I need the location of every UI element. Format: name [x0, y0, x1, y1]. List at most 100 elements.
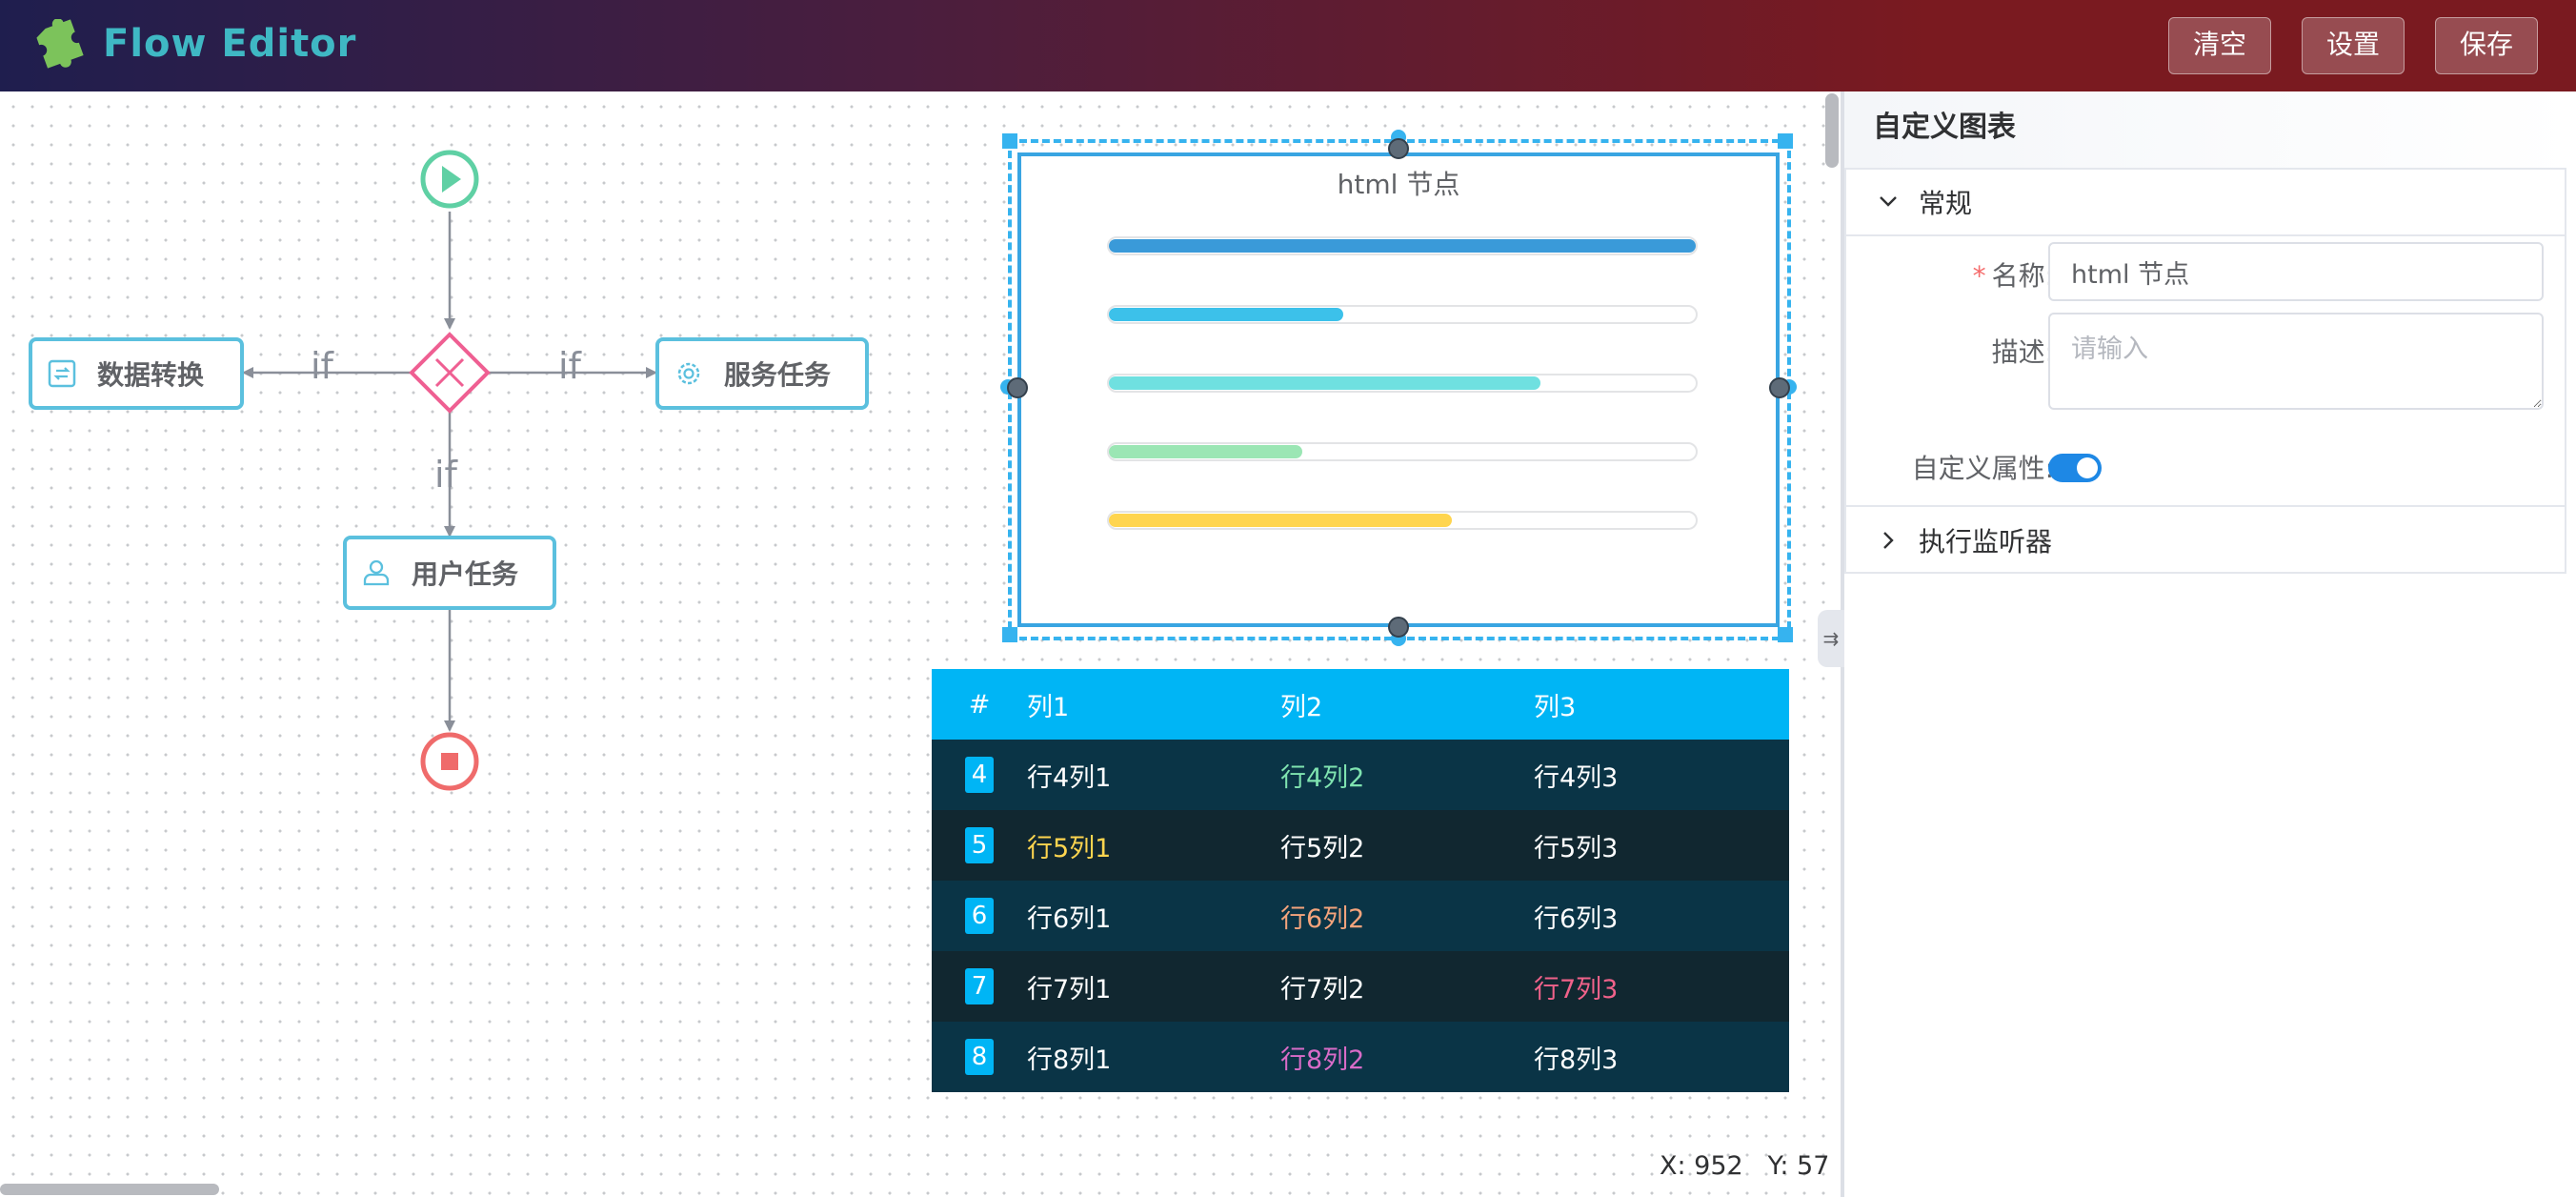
table-body: 4 行4列1 行4列2 行4列3 5 行5列1 行5列2 行5列3 6 行6列1 行6列2 行6列3 7… [932, 740, 1789, 1092]
row-index-cell: 6 [932, 898, 1027, 934]
table-cell: 行4列1 [1027, 762, 1112, 793]
panel-collapse-icon[interactable]: ⇉ [1818, 610, 1844, 667]
app-title: Flow Editor [103, 22, 357, 66]
coord-y: Y: 57 [1767, 1151, 1830, 1181]
table-cell: 行5列1 [1027, 833, 1112, 863]
desc-textarea[interactable] [2048, 313, 2544, 410]
task-service[interactable]: 服务任务 [655, 337, 869, 410]
table-cell: 行7列3 [1534, 974, 1619, 1004]
table-row[interactable]: 8 行8列1 行8列2 行8列3 [932, 1022, 1789, 1092]
custom-attr-label: 自定义属性: [1911, 453, 2054, 484]
anchor-bottom[interactable] [1388, 617, 1409, 638]
row-index-cell: 5 [932, 827, 1027, 863]
panel-title: 自定义图表 [1844, 91, 2576, 168]
row-index-cell: 7 [932, 968, 1027, 1004]
resize-handle-bl[interactable] [1002, 627, 1017, 642]
puzzle-icon [36, 19, 84, 69]
stop-icon [441, 753, 458, 770]
table-row[interactable]: 6 行6列1 行6列2 行6列3 [932, 881, 1789, 951]
task-label: 用户任务 [412, 558, 519, 590]
progress-bar [1107, 374, 1698, 393]
edge-label-right: if [558, 345, 581, 387]
progress-fill [1109, 239, 1696, 253]
horizontal-scrollbar[interactable] [0, 1184, 219, 1195]
custom-attr-toggle[interactable] [2048, 454, 2102, 482]
section-general-header[interactable]: 常规 [1846, 170, 2565, 236]
user-icon [363, 559, 390, 586]
progress-fill [1109, 514, 1453, 527]
table-header-row: # 列1 列2 列3 [932, 669, 1789, 740]
table-cell: 行6列1 [1027, 903, 1112, 934]
start-event[interactable] [420, 150, 479, 209]
table-cell: 行4列2 [1280, 762, 1365, 793]
table-row[interactable]: 7 行7列1 行7列2 行7列3 [932, 951, 1789, 1022]
edge-label-left: if [311, 345, 333, 387]
name-input[interactable] [2048, 242, 2544, 301]
settings-button[interactable]: 设置 [2302, 17, 2405, 74]
properties-panel: 自定义图表 常规 *名称: 描述: 自定义属性: 执行监听器 [1844, 91, 2576, 1197]
resize-handle-tl[interactable] [1002, 133, 1017, 149]
toggle-knob [2077, 457, 2098, 478]
exclusive-gateway[interactable] [409, 332, 491, 414]
header-col2: 列2 [1280, 692, 1323, 722]
table-row[interactable]: 4 行4列1 行4列2 行4列3 [932, 740, 1789, 810]
progress-fill [1109, 445, 1303, 458]
row-index-badge: 5 [965, 827, 994, 863]
table-cell: 行5列2 [1280, 833, 1365, 863]
progress-bar [1107, 305, 1698, 324]
anchor-right[interactable] [1769, 377, 1790, 398]
table-cell: 行6列2 [1280, 903, 1365, 934]
section-listeners-header[interactable]: 执行监听器 [1846, 507, 2565, 574]
header-col1: 列1 [1027, 692, 1070, 722]
anchor-top[interactable] [1388, 138, 1409, 159]
edge-label-down: if [434, 454, 457, 496]
task-label: 服务任务 [724, 359, 832, 391]
data-table[interactable]: # 列1 列2 列3 4 行4列1 行4列2 行4列3 5 行5列1 行5列2 行5列3 6 行6… [932, 669, 1789, 1092]
progress-bar [1107, 511, 1698, 530]
table-cell: 行8列3 [1534, 1045, 1619, 1075]
section-listeners-label: 执行监听器 [1919, 526, 2053, 558]
table-cell: 行5列3 [1534, 833, 1619, 863]
html-node-title: html 节点 [1337, 169, 1460, 200]
end-event[interactable] [420, 732, 479, 791]
required-mark: * [1972, 260, 1986, 292]
task-user[interactable]: 用户任务 [343, 536, 556, 610]
row-index-cell: 4 [932, 757, 1027, 793]
clear-button[interactable]: 清空 [2168, 17, 2271, 74]
row-index-badge: 4 [965, 757, 994, 793]
task-data-transform[interactable]: 数据转换 [29, 337, 244, 410]
table-row[interactable]: 5 行5列1 行5列2 行5列3 [932, 810, 1789, 881]
gear-icon [677, 362, 700, 385]
coord-x: X: 952 [1660, 1151, 1743, 1181]
name-label: * 名称: [1940, 255, 2054, 294]
task-label: 数据转换 [97, 359, 205, 391]
cursor-coordinates: X: 952 Y: 57 [1660, 1151, 1829, 1181]
transform-icon [48, 359, 76, 388]
header-index: # [968, 689, 991, 720]
flow-edges [242, 150, 657, 791]
save-button[interactable]: 保存 [2435, 17, 2538, 74]
section-listeners: 执行监听器 [1844, 505, 2566, 574]
table-cell: 行8列1 [1027, 1045, 1112, 1075]
table-cell: 行6列3 [1534, 903, 1619, 934]
row-index-badge: 7 [965, 968, 994, 1004]
progress-fill [1109, 376, 1540, 390]
vertical-scrollbar[interactable] [1825, 93, 1839, 168]
chevron-down-icon [1880, 196, 1897, 207]
anchor-left[interactable] [1007, 377, 1028, 398]
chevron-right-icon [1883, 532, 1894, 549]
resize-handle-tr[interactable] [1778, 133, 1793, 149]
flow-editor-app: Flow Editor 清空 设置 保存 if if if 数据转换 服务任务 … [0, 0, 2576, 1197]
table-cell: 行4列3 [1534, 762, 1619, 793]
row-index-cell: 8 [932, 1039, 1027, 1075]
row-index-badge: 8 [965, 1039, 994, 1075]
desc-label: 描述: [1991, 336, 2054, 368]
table-cell: 行7列2 [1280, 974, 1365, 1004]
section-general-label: 常规 [1919, 188, 1973, 219]
html-node[interactable]: html 节点 [1017, 152, 1780, 627]
resize-handle-br[interactable] [1778, 627, 1793, 642]
table-cell: 行8列2 [1280, 1045, 1365, 1075]
name-label-text: 名称: [1991, 260, 2054, 292]
row-index-badge: 6 [965, 898, 994, 934]
table-cell: 行7列1 [1027, 974, 1112, 1004]
